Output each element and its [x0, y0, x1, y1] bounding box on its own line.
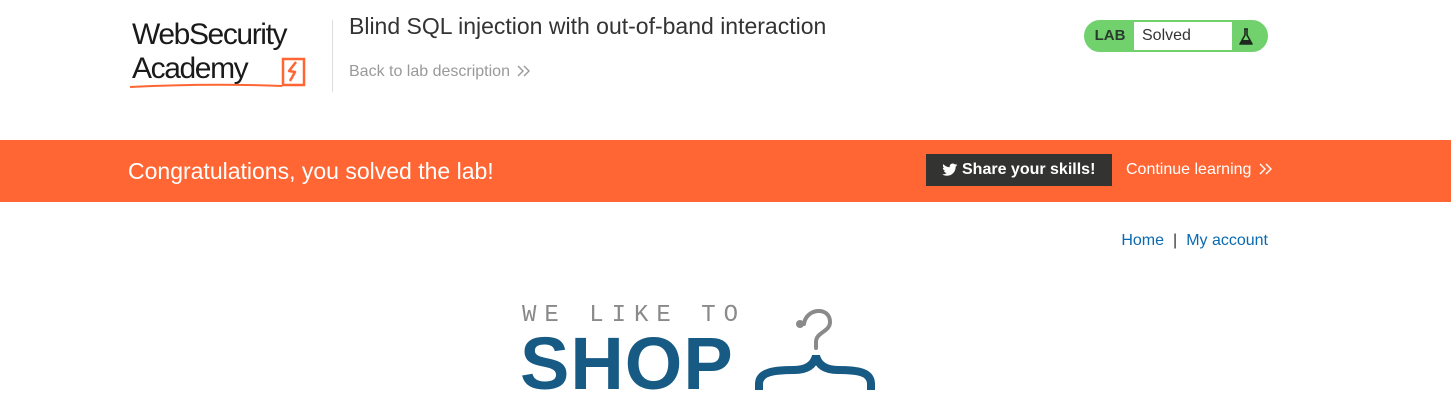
status-text: Solved — [1134, 22, 1232, 50]
double-chevron-right-icon — [1259, 163, 1272, 175]
congratulations-message: Congratulations, you solved the lab! — [128, 158, 494, 184]
nav-separator: | — [1173, 232, 1178, 249]
share-skills-button[interactable]: Share your skills! — [926, 154, 1112, 186]
status-lab-label: LAB — [1094, 27, 1126, 44]
continue-learning-link[interactable]: Continue learning — [1126, 161, 1273, 179]
solved-banner: Congratulations, you solved the lab! Sha… — [0, 140, 1451, 202]
flask-icon — [1239, 28, 1253, 45]
my-account-link[interactable]: My account — [1186, 232, 1268, 249]
logo-mark-icon — [281, 57, 306, 87]
twitter-icon — [942, 163, 958, 176]
web-security-academy-logo[interactable]: WebSecurity Academy — [128, 18, 328, 90]
double-chevron-right-icon — [517, 65, 531, 77]
share-skills-label: Share your skills! — [962, 161, 1096, 178]
logo-line1: WebSecurity — [132, 18, 288, 51]
header-divider — [332, 20, 333, 92]
home-link[interactable]: Home — [1121, 232, 1164, 249]
top-nav: Home | My account — [1121, 232, 1268, 250]
logo-underline-icon — [129, 83, 283, 88]
lab-title: Blind SQL injection with out-of-band int… — [349, 13, 827, 39]
hanger-icon — [755, 309, 875, 390]
continue-learning-label: Continue learning — [1126, 161, 1252, 178]
lab-status-widget: LAB Solved — [1084, 20, 1268, 52]
back-to-lab-link[interactable]: Back to lab description — [349, 63, 531, 81]
logo-line2: Academy — [132, 52, 249, 85]
back-link-label: Back to lab description — [349, 63, 510, 80]
shop-word: SHOP — [520, 322, 734, 405]
